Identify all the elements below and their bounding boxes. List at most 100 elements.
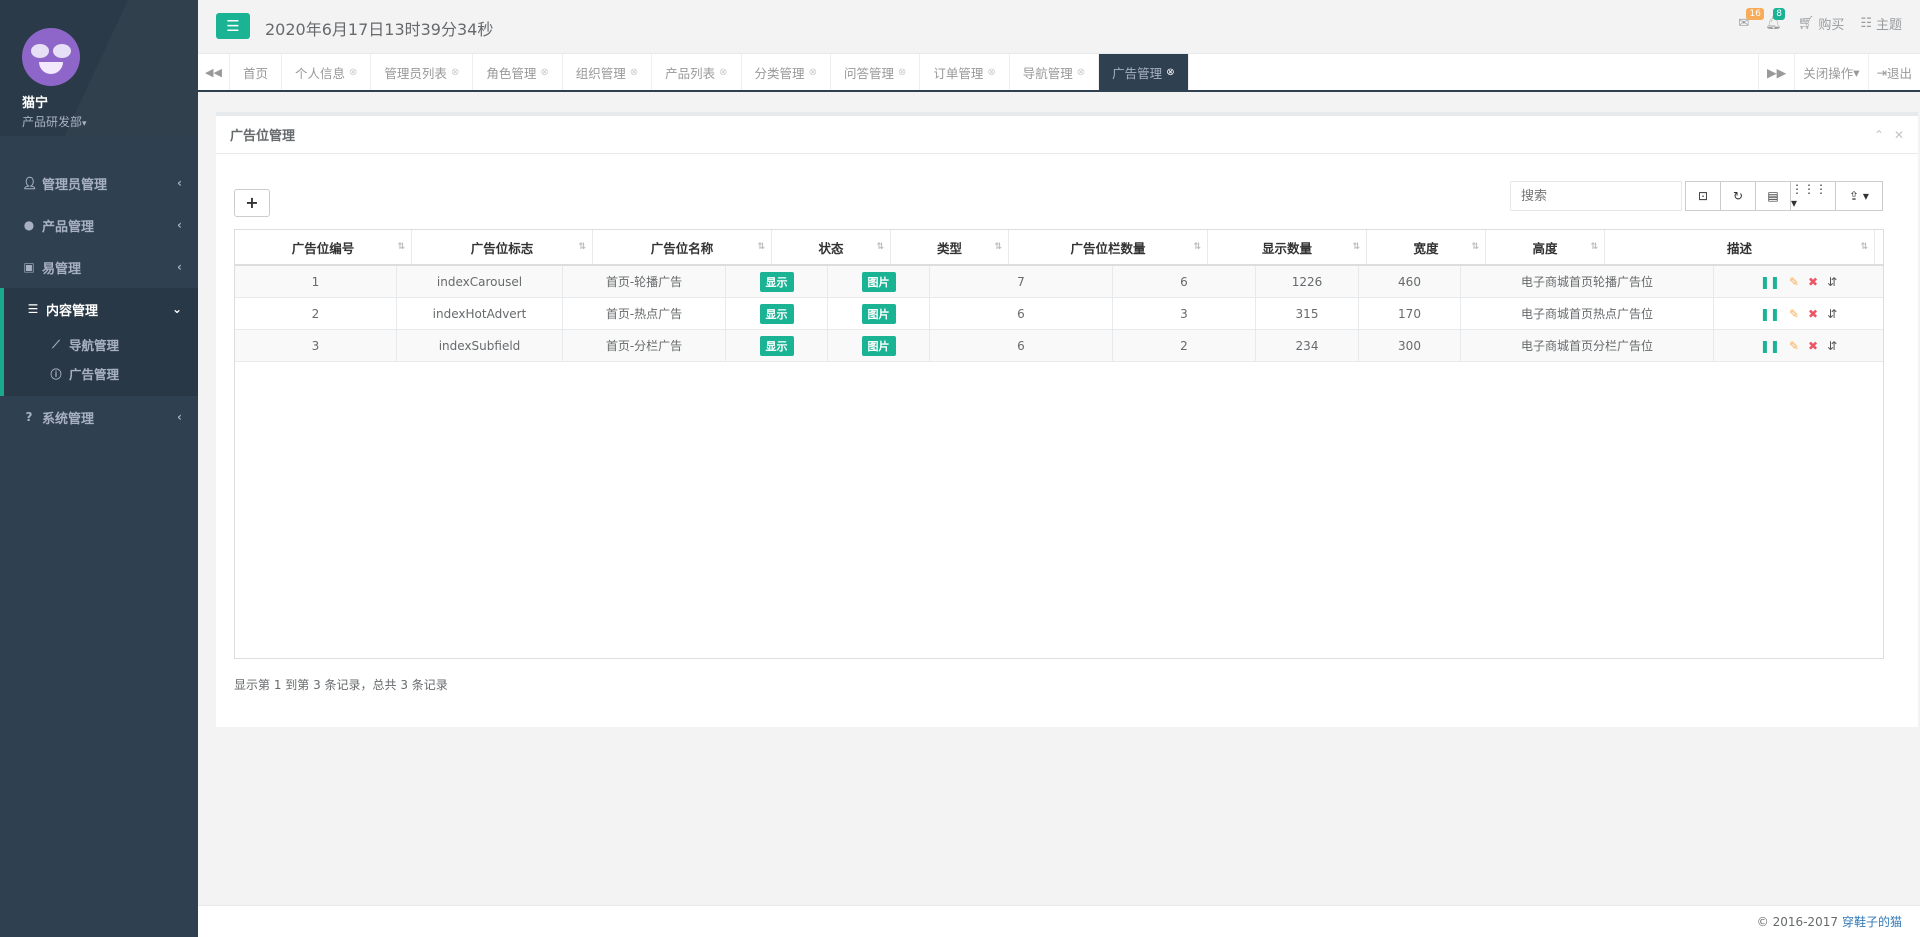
close-icon[interactable]: ⊗ xyxy=(540,67,548,78)
delete-icon[interactable]: ✖ xyxy=(1808,307,1818,321)
messages-badge: 16 xyxy=(1746,8,1764,20)
close-icon[interactable]: ⊗ xyxy=(987,67,995,78)
sort-order-icon[interactable]: ⇵ xyxy=(1827,275,1837,289)
add-button[interactable]: + xyxy=(234,189,270,217)
ad-slot-panel: 广告位管理 ⌃ ✕ + ⊡ ↻ ▤ ⋮⋮⋮ ▾ ⇪ ▾ 广告位编号⇅ 广告位标志… xyxy=(216,112,1918,727)
export-icon: ⇪ ▾ xyxy=(1849,189,1869,203)
sort-icon: ⇅ xyxy=(1193,242,1201,252)
sort-icon: ⇅ xyxy=(578,242,586,252)
type-badge: 图片 xyxy=(861,303,896,324)
collapse-icon: ⊡ xyxy=(1697,189,1709,203)
tab-profile[interactable]: 个人信息 ⊗ xyxy=(282,54,372,90)
sidebar-subitem-nav[interactable]: ⟋ 导航管理 xyxy=(4,330,198,359)
close-icon[interactable]: ⊗ xyxy=(809,67,817,78)
chevron-left-icon: ‹ xyxy=(177,260,182,274)
sidebar-item-admin[interactable]: 👤︎ 管理员管理 ‹ xyxy=(0,162,198,204)
refresh-button[interactable]: ↻ xyxy=(1720,181,1756,211)
sidebar-item-trade[interactable]: ▣ 易管理 ‹ xyxy=(0,246,198,288)
buy-button[interactable]: 🛒︎ 购买 xyxy=(1798,14,1845,33)
notifications-button[interactable]: 🔔︎ 8 xyxy=(1765,8,1786,31)
tab-qa[interactable]: 问答管理 ⊗ xyxy=(831,54,921,90)
column-header[interactable]: 描述 ⇅ xyxy=(1605,230,1875,264)
profile-department[interactable]: 产品研发部▾ xyxy=(22,113,198,130)
sidebar-subitem-ad[interactable]: ⓘ 广告管理 xyxy=(4,359,198,388)
pause-icon[interactable]: ❚❚ xyxy=(1760,339,1780,353)
close-icon[interactable]: ⊗ xyxy=(349,67,357,78)
pagination-info: 显示第 1 到第 3 条记录，总共 3 条记录 xyxy=(234,678,448,692)
tab-categories[interactable]: 分类管理 ⊗ xyxy=(742,54,831,90)
theme-button[interactable]: ☷ 主题 xyxy=(1860,14,1902,33)
money-icon: ▣ xyxy=(23,260,35,274)
close-icon[interactable]: ⊗ xyxy=(451,67,459,78)
column-header[interactable]: 广告位编号 ⇅ xyxy=(235,230,412,264)
tab-navigation[interactable]: 导航管理 ⊗ xyxy=(1010,54,1100,90)
profile-name: 猫宁 xyxy=(22,96,49,111)
sidebar-item-system[interactable]: ? 系统管理 ‹ xyxy=(0,396,198,438)
pause-icon[interactable]: ❚❚ xyxy=(1760,307,1780,321)
chevron-left-icon: ‹ xyxy=(177,218,182,232)
grid-icon: ⋮⋮⋮ ▾ xyxy=(1791,182,1827,210)
edit-icon[interactable]: ✎ xyxy=(1789,339,1799,353)
tab-ads[interactable]: 广告管理 ⊗ xyxy=(1099,54,1189,90)
tab-admin-list[interactable]: 管理员列表 ⊗ xyxy=(371,54,474,90)
close-icon[interactable]: ⊗ xyxy=(898,67,906,78)
panel-title: 广告位管理 xyxy=(230,129,296,144)
chevron-down-icon: ⌄ xyxy=(171,302,182,316)
sort-icon: ⇅ xyxy=(1352,242,1360,252)
tab-scroll-right-button[interactable]: ▶▶ xyxy=(1757,54,1794,90)
column-header[interactable]: 状态 ⇅ xyxy=(772,230,891,264)
edit-icon[interactable]: ✎ xyxy=(1789,275,1799,289)
close-icon[interactable]: ⊗ xyxy=(719,67,727,78)
column-header[interactable]: 高度 ⇅ xyxy=(1486,230,1605,264)
tab-home[interactable]: 首页 xyxy=(230,54,283,90)
edit-icon[interactable]: ✎ xyxy=(1789,307,1799,321)
sort-order-icon[interactable]: ⇵ xyxy=(1827,307,1837,321)
column-header[interactable]: 广告位标志 ⇅ xyxy=(412,230,593,264)
sidebar-item-product[interactable]: ● 产品管理 ‹ xyxy=(0,204,198,246)
tab-scroll-left-button[interactable]: ◀◀ xyxy=(198,54,230,90)
toggle-view-button[interactable]: ▤ xyxy=(1755,181,1791,211)
delete-icon[interactable]: ✖ xyxy=(1808,275,1818,289)
sort-icon: ⇅ xyxy=(994,242,1002,252)
table-row: 2 indexHotAdvert 首页-热点广告 显示 图片 6 3 315 1… xyxy=(235,298,1883,330)
column-header[interactable]: 宽度 ⇅ xyxy=(1367,230,1486,264)
pause-icon[interactable]: ❚❚ xyxy=(1760,275,1780,289)
menu-toggle-button[interactable]: ☰ xyxy=(216,13,250,39)
avatar[interactable] xyxy=(22,28,80,86)
logout-button[interactable]: ⇥ 退出 xyxy=(1867,54,1920,90)
sort-order-icon[interactable]: ⇵ xyxy=(1827,339,1837,353)
line-chart-icon: ⟋ xyxy=(52,337,60,351)
delete-icon[interactable]: ✖ xyxy=(1808,339,1818,353)
sidebar-nav: 👤︎ 管理员管理 ‹ ● 产品管理 ‹ ▣ 易管理 ‹ ☰ 内容管理 ⌄ ⟋ 导… xyxy=(0,162,198,438)
columns-dropdown[interactable]: ⋮⋮⋮ ▾ xyxy=(1790,181,1836,211)
tab-roles[interactable]: 角色管理 ⊗ xyxy=(473,54,563,90)
search-input[interactable] xyxy=(1510,181,1682,211)
export-dropdown[interactable]: ⇪ ▾ xyxy=(1835,181,1883,211)
hamburger-icon: ☰ xyxy=(226,17,240,35)
column-header[interactable]: 类型 ⇅ xyxy=(891,230,1009,264)
chevron-left-icon: ‹ xyxy=(177,410,182,424)
author-link[interactable]: 穿鞋子的猫 xyxy=(1842,913,1902,930)
column-header[interactable]: 广告位名称 ⇅ xyxy=(593,230,772,264)
sidebar: 猫宁 产品研发部▾ 👤︎ 管理员管理 ‹ ● 产品管理 ‹ ▣ 易管理 ‹ ☰ … xyxy=(0,0,198,937)
messages-button[interactable]: ✉ 16 xyxy=(1738,8,1764,31)
column-header[interactable]: 显示数量 ⇅ xyxy=(1208,230,1367,264)
close-operations-dropdown[interactable]: 关闭操作 ▾ xyxy=(1794,54,1867,90)
close-icon[interactable]: ⊗ xyxy=(1166,67,1174,78)
close-icon[interactable]: ⊗ xyxy=(1077,67,1085,78)
tab-orders[interactable]: 订单管理 ⊗ xyxy=(920,54,1010,90)
close-icon[interactable]: ⊗ xyxy=(630,67,638,78)
chevron-up-icon[interactable]: ⌃ xyxy=(1874,128,1884,142)
row-actions: ❚❚ ✎ ✖ ⇵ xyxy=(1760,307,1837,321)
tab-org[interactable]: 组织管理 ⊗ xyxy=(563,54,653,90)
double-left-icon: ◀◀ xyxy=(205,65,222,79)
tab-products[interactable]: 产品列表 ⊗ xyxy=(652,54,742,90)
column-header[interactable]: 广告位栏数量 ⇅ xyxy=(1009,230,1208,264)
close-icon[interactable]: ✕ xyxy=(1894,128,1904,142)
question-icon: ? xyxy=(25,410,33,424)
sort-icon: ⇅ xyxy=(1471,242,1479,252)
status-badge: 显示 xyxy=(759,303,794,324)
row-actions: ❚❚ ✎ ✖ ⇵ xyxy=(1760,339,1837,353)
toggle-pagination-button[interactable]: ⊡ xyxy=(1685,181,1721,211)
sidebar-item-content[interactable]: ☰ 内容管理 ⌄ xyxy=(4,288,198,330)
